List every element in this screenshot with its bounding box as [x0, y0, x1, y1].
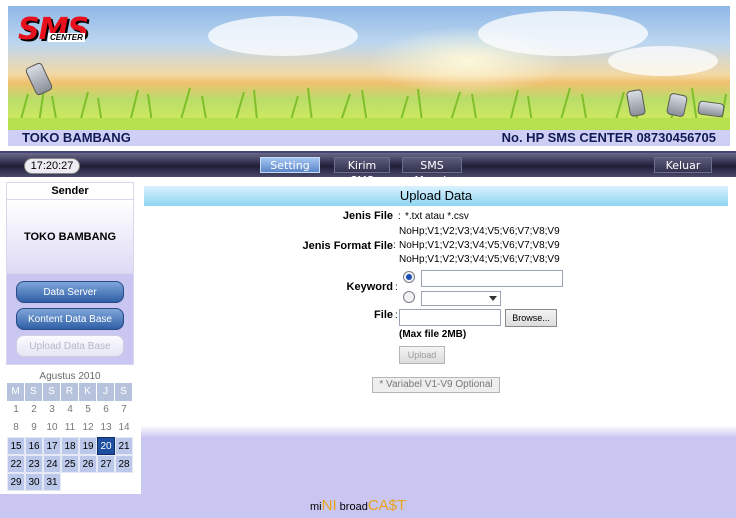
nav-keluar[interactable]: Keluar	[654, 157, 712, 173]
clock-display: 17:20:27	[24, 158, 80, 174]
calendar-day[interactable]: 19	[79, 437, 97, 455]
calendar-day: 9	[31, 422, 37, 433]
calendar-day[interactable]: 22	[7, 455, 25, 473]
upload-panel: Upload Data Jenis File : *.txt atau *.cs…	[141, 182, 736, 494]
store-name: TOKO BAMBANG	[22, 130, 131, 145]
calendar-day: 4	[67, 404, 73, 415]
jenis-format-colon: :	[393, 240, 396, 251]
calendar-day[interactable]: 24	[43, 455, 61, 473]
keyword-select[interactable]	[421, 291, 501, 306]
calendar-weekday: M	[7, 383, 25, 401]
sidebar-item-upload-data-base: Upload Data Base	[16, 335, 124, 357]
variable-optional-note: * Variabel V1-V9 Optional	[372, 377, 500, 393]
calendar-day[interactable]: 25	[61, 455, 79, 473]
calendar: Agustus 2010 M S S R K J S 1 2 3 4 5 6 7 8 9 10 11 12 13 14 1…	[6, 371, 134, 491]
jenis-file-value: *.txt atau *.csv	[405, 211, 469, 222]
calendar-day: 5	[85, 404, 91, 415]
sms-center-logo-sub: CENTER	[48, 33, 85, 42]
calendar-day-today[interactable]: 20	[97, 437, 115, 455]
calendar-day: 8	[13, 422, 19, 433]
nav-bar: 17:20:27 Setting Kirim SMS SMS Masuk Kel…	[0, 151, 736, 187]
brand-cast: CA$T	[367, 497, 407, 514]
sidebar-item-kontent-data-base[interactable]: Kontent Data Base	[16, 308, 124, 330]
cloud	[608, 46, 718, 76]
calendar-day[interactable]: 18	[61, 437, 79, 455]
sender-name: TOKO BAMBANG	[6, 200, 134, 274]
calendar-day: 3	[49, 404, 55, 415]
calendar-day[interactable]: 15	[7, 437, 25, 455]
calendar-day: 10	[46, 422, 58, 433]
calendar-day[interactable]: 17	[43, 437, 61, 455]
upload-title: Upload Data	[144, 186, 728, 206]
calendar-day[interactable]: 16	[25, 437, 43, 455]
format-line-3: NoHp;V1;V2;V3;V4;V5;V6;V7;V8;V9	[399, 254, 560, 265]
nav-kirim-sms[interactable]: Kirim SMS	[334, 157, 390, 187]
jenis-format-label: Jenis Format File	[302, 240, 393, 252]
calendar-empty-cell	[79, 473, 97, 491]
calendar-day: 14	[118, 422, 130, 433]
page-root: SMS CENTER TOKO BAMBANG No. HP SMS CENTE…	[0, 0, 736, 518]
calendar-day[interactable]: 28	[115, 455, 133, 473]
keyword-radio-select[interactable]	[403, 291, 415, 303]
file-label: File	[374, 309, 393, 321]
chevron-down-icon	[489, 296, 497, 301]
jenis-file-label: Jenis File	[342, 210, 393, 222]
calendar-weekday: S	[25, 383, 43, 401]
grass-illustration	[8, 87, 730, 130]
cloud	[478, 11, 648, 56]
keyword-radio-text[interactable]	[403, 271, 415, 283]
calendar-day: 2	[31, 404, 37, 415]
format-line-2: NoHp;V1;V2;V3;V4;V5;V6;V7;V8;V9	[399, 240, 560, 251]
calendar-weekday: S	[115, 383, 133, 401]
brand-ni: NI	[321, 497, 337, 514]
calendar-empty-cell	[97, 473, 115, 491]
upload-button: Upload	[399, 346, 445, 364]
keyword-colon: :	[395, 282, 398, 293]
header-banner: SMS CENTER	[8, 6, 730, 130]
calendar-day[interactable]: 30	[25, 473, 43, 491]
calendar-day[interactable]: 26	[79, 455, 97, 473]
jenis-file-colon: :	[398, 211, 401, 222]
calendar-empty-cell	[61, 473, 79, 491]
nav-sms-masuk[interactable]: SMS Masuk	[402, 157, 462, 187]
info-bar: TOKO BAMBANG No. HP SMS CENTER 087304567…	[8, 130, 730, 146]
brand-mi: mi	[310, 501, 322, 513]
browse-button[interactable]: Browse...	[505, 309, 557, 327]
sender-label: Sender	[6, 182, 134, 200]
calendar-title: Agustus 2010	[39, 371, 101, 382]
calendar-day: 12	[82, 422, 94, 433]
cloud	[208, 16, 358, 56]
calendar-day[interactable]: 31	[43, 473, 61, 491]
sidebar: Sender TOKO BAMBANG Data Server Kontent …	[6, 182, 134, 491]
nav-setting[interactable]: Setting	[260, 157, 320, 173]
file-path-input[interactable]	[399, 309, 501, 326]
format-line-1: NoHp;V1;V2;V3;V4;V5;V6;V7;V8;V9	[399, 226, 560, 237]
calendar-day[interactable]: 21	[115, 437, 133, 455]
calendar-empty-cell	[115, 473, 133, 491]
sidebar-item-data-server[interactable]: Data Server	[16, 281, 124, 303]
brand-broad: broad	[339, 501, 368, 513]
calendar-day: 7	[121, 404, 127, 415]
calendar-day[interactable]: 27	[97, 455, 115, 473]
keyword-label: Keyword	[346, 281, 393, 293]
calendar-weekday: J	[97, 383, 115, 401]
calendar-day: 13	[100, 422, 112, 433]
calendar-weekday: S	[43, 383, 61, 401]
footer-brand: miNI broadCA$T	[310, 497, 406, 514]
calendar-day[interactable]: 23	[25, 455, 43, 473]
calendar-grid: M S S R K J S 1 2 3 4 5 6 7 8 9 10 11 12 13 14 15 16 17 18 19 20 21…	[7, 383, 134, 491]
keyword-input[interactable]	[421, 270, 563, 287]
calendar-weekday: R	[61, 383, 79, 401]
calendar-weekday: K	[79, 383, 97, 401]
max-file-note: (Max file 2MB)	[399, 329, 467, 340]
calendar-day: 1	[13, 404, 19, 415]
sidebar-menu: Data Server Kontent Data Base Upload Dat…	[6, 274, 134, 365]
sms-center-number: No. HP SMS CENTER 08730456705	[501, 130, 716, 145]
calendar-day[interactable]: 29	[7, 473, 25, 491]
calendar-day: 11	[64, 422, 76, 433]
file-colon: :	[395, 310, 398, 321]
calendar-day: 6	[103, 404, 109, 415]
